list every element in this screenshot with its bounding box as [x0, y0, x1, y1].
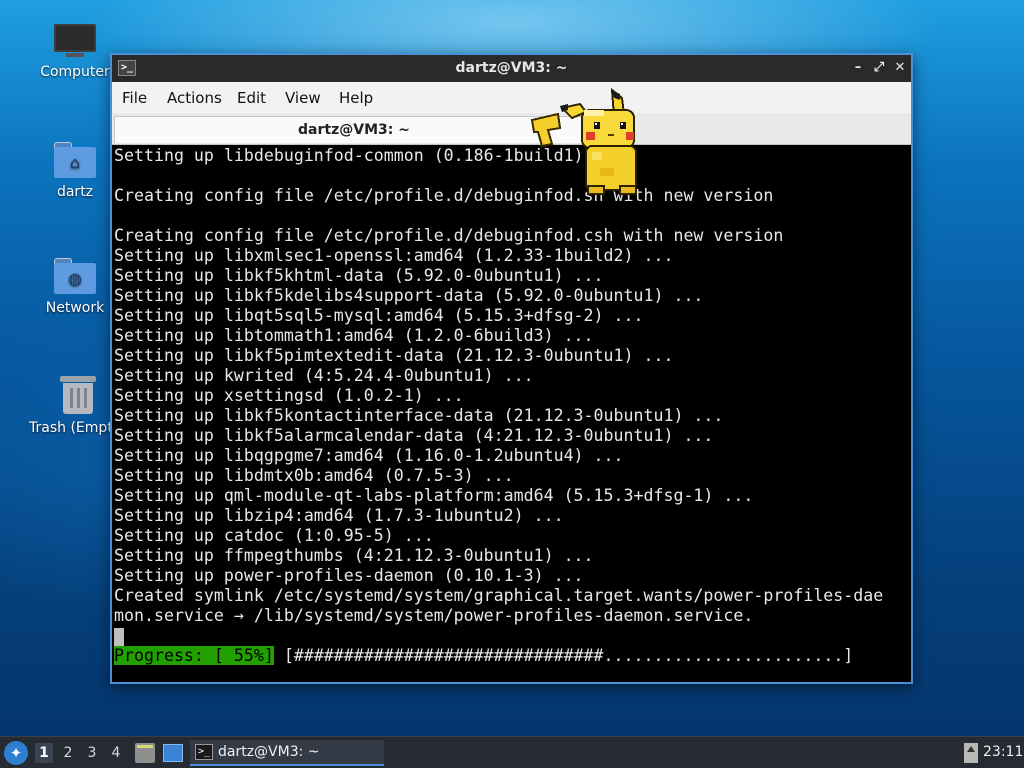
progress-line: Progress: [ 55%] [######################… — [114, 646, 853, 666]
tab-bar: dartz@VM3: ~ — [112, 113, 911, 145]
terminal-line: Setting up libzip4:amd64 (1.7.3-1ubuntu2… — [114, 506, 564, 525]
desktop-icon-network[interactable]: ◍ Network — [27, 258, 123, 316]
terminal-app-icon: >_ — [195, 744, 213, 760]
terminal-line: Setting up power-profiles-daemon (0.10.1… — [114, 566, 584, 585]
tab-terminal[interactable]: dartz@VM3: ~ — [114, 116, 594, 143]
terminal-line: mon.service → /lib/systemd/system/power-… — [114, 606, 754, 625]
terminal-line: Setting up libkf5khtml-data (5.92.0-0ubu… — [114, 266, 604, 285]
taskbar-terminal-label: dartz@VM3: ~ — [218, 744, 320, 760]
eject-icon[interactable] — [964, 743, 978, 763]
desktop-icon-home[interactable]: ⌂ dartz — [27, 142, 123, 200]
window-titlebar[interactable]: >_ dartz@VM3: ~ – ⤢ ✕ — [112, 55, 911, 82]
network-folder-icon: ◍ — [54, 258, 96, 294]
menu-bar: File Actions Edit View Help — [112, 82, 911, 113]
home-folder-icon: ⌂ — [54, 142, 96, 178]
terminal-line: Setting up libtommath1:amd64 (1.2.0-6bui… — [114, 326, 594, 345]
terminal-line: Setting up qml-module-qt-labs-platform:a… — [114, 486, 754, 505]
file-manager-icon[interactable] — [135, 743, 155, 763]
terminal-line: Setting up libkf5kdelibs4support-data (5… — [114, 286, 704, 305]
terminal-line: Setting up libxmlsec1-openssl:amd64 (1.2… — [114, 246, 674, 265]
menu-view[interactable]: View — [285, 89, 321, 107]
workspace-4[interactable]: 4 — [107, 743, 125, 763]
terminal-line: Setting up kwrited (4:5.24.4-0ubuntu1) .… — [114, 366, 534, 385]
terminal-line: Setting up libdmtx0b:amd64 (0.7.5-3) ... — [114, 466, 514, 485]
show-desktop-icon[interactable] — [163, 744, 183, 762]
desktop-icon-trash[interactable]: Trash (Empty) — [22, 374, 112, 436]
workspace-2[interactable]: 2 — [59, 743, 77, 763]
progress-label: Progress: [ 55%] — [114, 646, 274, 665]
terminal-line: Creating config file /etc/profile.d/debu… — [114, 186, 774, 205]
desktop-icon-label: Computer — [40, 64, 110, 80]
taskbar-terminal-button[interactable]: >_ dartz@VM3: ~ — [190, 740, 384, 766]
window-title: dartz@VM3: ~ — [455, 60, 568, 76]
desktop-icon-label: Network — [45, 300, 105, 316]
desktop-icon-label: Trash (Empty) — [29, 420, 112, 436]
menu-edit[interactable]: Edit — [237, 89, 266, 107]
close-icon[interactable]: ✕ — [892, 59, 908, 77]
computer-icon — [54, 24, 96, 58]
terminal-line: Setting up ffmpegthumbs (4:21.12.3-0ubun… — [114, 546, 594, 565]
start-menu-icon[interactable]: ✦ — [4, 741, 28, 765]
desktop-icon-label: dartz — [56, 184, 94, 200]
menu-help[interactable]: Help — [339, 89, 373, 107]
terminal-line: Creating config file /etc/profile.d/debu… — [114, 226, 784, 245]
terminal-output[interactable]: Setting up libdebuginfod-common (0.186-1… — [114, 145, 909, 682]
desktop-icon-computer[interactable]: Computer — [27, 24, 123, 80]
maximize-icon[interactable]: ⤢ — [871, 59, 887, 77]
menu-actions[interactable]: Actions — [167, 89, 222, 107]
terminal-line: Created symlink /etc/systemd/system/grap… — [114, 586, 884, 605]
trash-icon — [60, 374, 96, 414]
terminal-line: Setting up xsettingsd (1.0.2-1) ... — [114, 386, 464, 405]
workspace-3[interactable]: 3 — [83, 743, 101, 763]
terminal-line: Setting up libqgpgme7:amd64 (1.16.0-1.2u… — [114, 446, 624, 465]
taskbar: ✦ 1 2 3 4 >_ dartz@VM3: ~ 23:11 — [0, 736, 1024, 768]
terminal-line: Setting up libqt5sql5-mysql:amd64 (5.15.… — [114, 306, 644, 325]
workspace-1[interactable]: 1 — [35, 743, 53, 763]
terminal-window[interactable]: >_ dartz@VM3: ~ – ⤢ ✕ File Actions Edit … — [110, 53, 913, 684]
minimize-icon[interactable]: – — [850, 59, 866, 77]
terminal-line: Setting up libkf5pimtextedit-data (21.12… — [114, 346, 674, 365]
terminal-line: Setting up catdoc (1:0.95-5) ... — [114, 526, 434, 545]
terminal-line: Setting up libkf5alarmcalendar-data (4:2… — [114, 426, 714, 445]
progress-bar-text: [###############################........… — [273, 646, 854, 665]
clock[interactable]: 23:11 — [983, 744, 1023, 760]
terminal-line: Setting up libkf5kontactinterface-data (… — [114, 406, 724, 425]
terminal-cursor — [114, 628, 124, 646]
pikachu-sprite — [530, 88, 637, 195]
menu-file[interactable]: File — [122, 89, 147, 107]
